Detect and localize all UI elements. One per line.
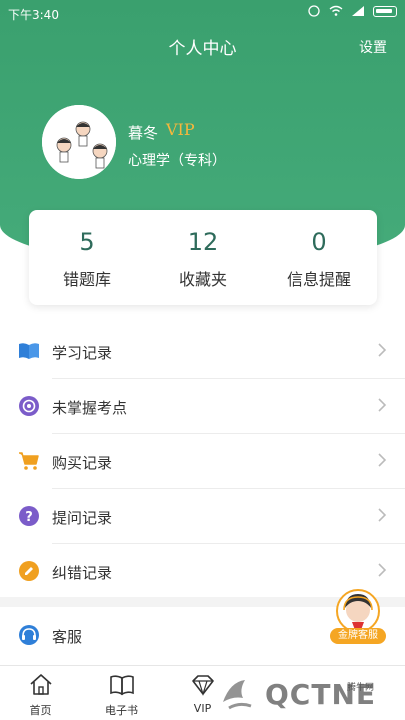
stat-favorites[interactable]: 12 收藏夹 — [145, 210, 261, 305]
menu-list: 学习记录 未掌握考点 购买记录 ? 提问记录 纠错记录 — [0, 324, 405, 599]
signal-icon — [352, 6, 364, 16]
menu-item-label: 学习记录 — [52, 344, 113, 362]
headset-icon — [19, 625, 39, 645]
chevron-right-icon — [378, 563, 387, 577]
stat-label: 收藏夹 — [178, 270, 227, 289]
pencil-icon — [19, 561, 39, 581]
stat-label: 信息提醒 — [286, 270, 351, 289]
diamond-icon — [191, 675, 214, 697]
chevron-right-icon — [378, 343, 387, 357]
menu-item-label: 客服 — [52, 628, 83, 646]
bottom-tab-bar: 首页 电子书 VIP — [0, 665, 405, 720]
vip-label: VIP — [166, 120, 195, 139]
cart-icon — [19, 452, 39, 470]
tab-ebook[interactable]: 电子书 — [81, 666, 162, 720]
settings-button[interactable]: 设置 — [359, 37, 387, 57]
menu-item-purchase-records[interactable]: 购买记录 — [0, 434, 405, 489]
stat-value: 0 — [311, 228, 327, 256]
status-bar: 下午3:40 — [0, 0, 405, 28]
chevron-right-icon — [378, 398, 387, 412]
svg-text:?: ? — [25, 510, 33, 525]
ebook-icon — [109, 675, 134, 696]
user-major: 心理学（专科） — [128, 153, 226, 169]
alarm-icon — [308, 5, 320, 17]
battery-icon — [373, 5, 397, 17]
page-title: 个人中心 — [168, 39, 237, 59]
menu-item-study-records[interactable]: 学习记录 — [0, 324, 405, 379]
menu-item-label: 提问记录 — [52, 509, 113, 527]
gold-service-button[interactable]: 金牌客服 — [330, 588, 386, 650]
home-icon — [29, 674, 52, 695]
question-icon: ? — [19, 506, 39, 526]
stats-card: 5 错题库 12 收藏夹 0 信息提醒 — [29, 210, 377, 305]
menu-item-unmastered-points[interactable]: 未掌握考点 — [0, 379, 405, 434]
status-icons — [307, 5, 397, 17]
stat-wrong-questions[interactable]: 5 错题库 — [29, 210, 145, 305]
avatar-image — [42, 105, 116, 179]
tab-label: 首页 — [29, 704, 52, 717]
menu-item-label: 未掌握考点 — [52, 399, 128, 417]
wifi-icon — [329, 5, 343, 16]
tab-5[interactable] — [324, 666, 405, 720]
menu-item-label: 纠错记录 — [52, 564, 113, 582]
status-time: 下午3:40 — [8, 8, 59, 22]
stat-label: 错题库 — [62, 270, 111, 289]
tab-label: VIP — [193, 702, 212, 715]
stat-notifications[interactable]: 0 信息提醒 — [261, 210, 377, 305]
tab-4[interactable] — [243, 666, 324, 720]
target-icon — [19, 396, 39, 416]
menu-item-label: 购买记录 — [52, 454, 113, 472]
username: 暮冬 — [128, 124, 159, 142]
stat-value: 5 — [79, 228, 95, 256]
book-icon — [19, 343, 39, 359]
gold-service-label: 金牌客服 — [330, 628, 386, 644]
tab-label: 电子书 — [105, 704, 138, 717]
chevron-right-icon — [378, 453, 387, 467]
tab-home[interactable]: 首页 — [0, 666, 81, 720]
tab-vip[interactable]: VIP — [162, 666, 243, 720]
chevron-right-icon — [378, 508, 387, 522]
menu-item-question-records[interactable]: ? 提问记录 — [0, 489, 405, 544]
avatar[interactable] — [42, 105, 116, 179]
stat-value: 12 — [187, 228, 219, 256]
